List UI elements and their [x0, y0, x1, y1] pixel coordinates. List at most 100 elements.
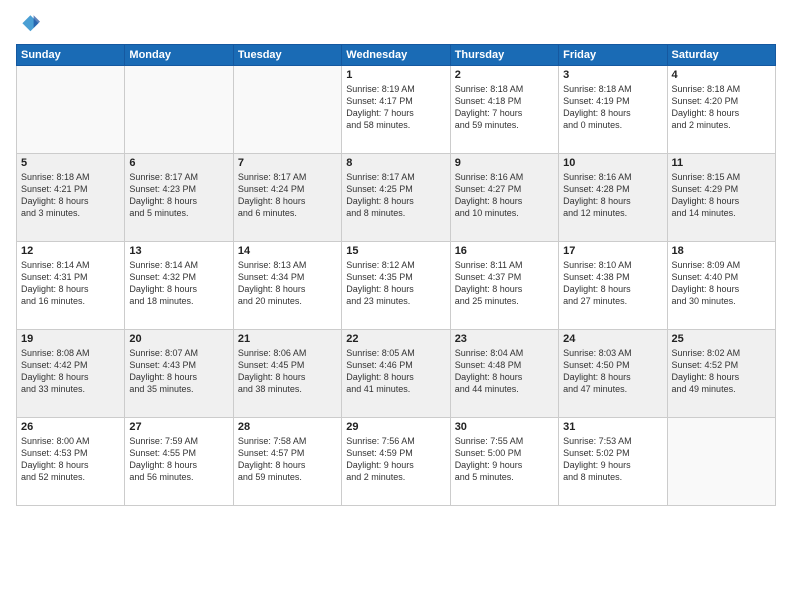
day-number: 8: [346, 157, 445, 169]
day-cell: 19Sunrise: 8:08 AMSunset: 4:42 PMDayligh…: [17, 330, 125, 418]
cell-text: Sunrise: 8:17 AMSunset: 4:23 PMDaylight:…: [129, 171, 228, 220]
cell-text: Sunrise: 8:16 AMSunset: 4:27 PMDaylight:…: [455, 171, 554, 220]
calendar-row: 12 Sunrise: 8:14 AMSunset: 4:31 PMDayligh…: [17, 242, 776, 330]
day-cell: 11Sunrise: 8:15 AMSunset: 4:29 PMDayligh…: [667, 154, 775, 242]
day-cell: 28Sunrise: 7:58 AMSunset: 4:57 PMDayligh…: [233, 418, 341, 506]
day-cell: 26Sunrise: 8:00 AMSunset: 4:53 PMDayligh…: [17, 418, 125, 506]
day-number: 12: [21, 245, 120, 257]
day-number: 18: [672, 245, 771, 257]
day-number: 10: [563, 157, 662, 169]
cell-text: Sunrise: 7:53 AMSunset: 5:02 PMDaylight:…: [563, 435, 662, 484]
day-number: 24: [563, 333, 662, 345]
cell-text: Sunrise: 8:10 AMSunset: 4:38 PMDaylight:…: [563, 259, 662, 308]
day-number: 27: [129, 421, 228, 433]
header-row: SundayMondayTuesdayWednesdayThursdayFrid…: [17, 45, 776, 66]
calendar-row: 19Sunrise: 8:08 AMSunset: 4:42 PMDayligh…: [17, 330, 776, 418]
day-cell: 20Sunrise: 8:07 AMSunset: 4:43 PMDayligh…: [125, 330, 233, 418]
cell-text: Sunrise: 8:14 AMSunset: 4:32 PMDaylight:…: [129, 259, 228, 308]
day-number: 31: [563, 421, 662, 433]
cell-text: Sunrise: 8:17 AMSunset: 4:25 PMDaylight:…: [346, 171, 445, 220]
day-cell: 13 Sunrise: 8:14 AMSunset: 4:32 PMDayligh…: [125, 242, 233, 330]
day-cell: 15 Sunrise: 8:12 AMSunset: 4:35 PMDayligh…: [342, 242, 450, 330]
day-cell: 29 Sunrise: 7:56 AMSunset: 4:59 PMDayligh…: [342, 418, 450, 506]
day-cell: [667, 418, 775, 506]
day-cell: 22 Sunrise: 8:05 AMSunset: 4:46 PMDayligh…: [342, 330, 450, 418]
day-cell: 23 Sunrise: 8:04 AMSunset: 4:48 PMDayligh…: [450, 330, 558, 418]
cell-text: Sunrise: 8:02 AMSunset: 4:52 PMDaylight:…: [672, 347, 771, 396]
day-number: 5: [21, 157, 120, 169]
day-number: 6: [129, 157, 228, 169]
header-cell-monday: Monday: [125, 45, 233, 66]
day-cell: 9 Sunrise: 8:16 AMSunset: 4:27 PMDaylight…: [450, 154, 558, 242]
cell-text: Sunrise: 8:06 AMSunset: 4:45 PMDaylight:…: [238, 347, 337, 396]
day-cell: 2 Sunrise: 8:18 AMSunset: 4:18 PMDaylight…: [450, 66, 558, 154]
day-number: 7: [238, 157, 337, 169]
cell-text: Sunrise: 8:07 AMSunset: 4:43 PMDaylight:…: [129, 347, 228, 396]
day-number: 21: [238, 333, 337, 345]
logo-icon: [16, 12, 40, 36]
cell-text: Sunrise: 7:56 AMSunset: 4:59 PMDaylight:…: [346, 435, 445, 484]
cell-text: Sunrise: 8:18 AMSunset: 4:20 PMDaylight:…: [672, 83, 771, 132]
cell-text: Sunrise: 8:13 AMSunset: 4:34 PMDaylight:…: [238, 259, 337, 308]
cell-text: Sunrise: 7:55 AMSunset: 5:00 PMDaylight:…: [455, 435, 554, 484]
cell-text: Sunrise: 8:09 AMSunset: 4:40 PMDaylight:…: [672, 259, 771, 308]
cell-text: Sunrise: 8:00 AMSunset: 4:53 PMDaylight:…: [21, 435, 120, 484]
day-cell: 30 Sunrise: 7:55 AMSunset: 5:00 PMDayligh…: [450, 418, 558, 506]
cell-text: Sunrise: 8:18 AMSunset: 4:18 PMDaylight:…: [455, 83, 554, 132]
day-number: 17: [563, 245, 662, 257]
day-cell: 10Sunrise: 8:16 AMSunset: 4:28 PMDayligh…: [559, 154, 667, 242]
day-cell: [17, 66, 125, 154]
day-number: 9: [455, 157, 554, 169]
day-cell: 21 Sunrise: 8:06 AMSunset: 4:45 PMDayligh…: [233, 330, 341, 418]
day-cell: 25 Sunrise: 8:02 AMSunset: 4:52 PMDayligh…: [667, 330, 775, 418]
day-number: 3: [563, 69, 662, 81]
cell-text: Sunrise: 7:58 AMSunset: 4:57 PMDaylight:…: [238, 435, 337, 484]
day-cell: 8 Sunrise: 8:17 AMSunset: 4:25 PMDaylight…: [342, 154, 450, 242]
calendar-row: 26Sunrise: 8:00 AMSunset: 4:53 PMDayligh…: [17, 418, 776, 506]
day-cell: 12 Sunrise: 8:14 AMSunset: 4:31 PMDayligh…: [17, 242, 125, 330]
day-cell: 7 Sunrise: 8:17 AMSunset: 4:24 PMDaylight…: [233, 154, 341, 242]
day-cell: 31 Sunrise: 7:53 AMSunset: 5:02 PMDayligh…: [559, 418, 667, 506]
cell-text: Sunrise: 8:04 AMSunset: 4:48 PMDaylight:…: [455, 347, 554, 396]
cell-text: Sunrise: 8:19 AMSunset: 4:17 PMDaylight:…: [346, 83, 445, 132]
header-cell-friday: Friday: [559, 45, 667, 66]
cell-text: Sunrise: 8:05 AMSunset: 4:46 PMDaylight:…: [346, 347, 445, 396]
day-number: 29: [346, 421, 445, 433]
header-cell-thursday: Thursday: [450, 45, 558, 66]
day-number: 4: [672, 69, 771, 81]
cell-text: Sunrise: 8:18 AMSunset: 4:21 PMDaylight:…: [21, 171, 120, 220]
cell-text: Sunrise: 8:14 AMSunset: 4:31 PMDaylight:…: [21, 259, 120, 308]
day-number: 25: [672, 333, 771, 345]
cell-text: Sunrise: 8:18 AMSunset: 4:19 PMDaylight:…: [563, 83, 662, 132]
cell-text: Sunrise: 7:59 AMSunset: 4:55 PMDaylight:…: [129, 435, 228, 484]
header-cell-tuesday: Tuesday: [233, 45, 341, 66]
day-number: 13: [129, 245, 228, 257]
day-number: 2: [455, 69, 554, 81]
day-number: 22: [346, 333, 445, 345]
logo: [16, 12, 44, 36]
day-number: 19: [21, 333, 120, 345]
header-cell-wednesday: Wednesday: [342, 45, 450, 66]
header: [16, 12, 776, 36]
day-cell: 14 Sunrise: 8:13 AMSunset: 4:34 PMDayligh…: [233, 242, 341, 330]
page: SundayMondayTuesdayWednesdayThursdayFrid…: [0, 0, 792, 612]
day-cell: [125, 66, 233, 154]
day-number: 1: [346, 69, 445, 81]
cell-text: Sunrise: 8:17 AMSunset: 4:24 PMDaylight:…: [238, 171, 337, 220]
day-number: 30: [455, 421, 554, 433]
calendar-table: SundayMondayTuesdayWednesdayThursdayFrid…: [16, 44, 776, 506]
day-cell: 27 Sunrise: 7:59 AMSunset: 4:55 PMDayligh…: [125, 418, 233, 506]
cell-text: Sunrise: 8:03 AMSunset: 4:50 PMDaylight:…: [563, 347, 662, 396]
day-cell: 6 Sunrise: 8:17 AMSunset: 4:23 PMDaylight…: [125, 154, 233, 242]
cell-text: Sunrise: 8:12 AMSunset: 4:35 PMDaylight:…: [346, 259, 445, 308]
day-number: 23: [455, 333, 554, 345]
day-cell: 18 Sunrise: 8:09 AMSunset: 4:40 PMDayligh…: [667, 242, 775, 330]
day-cell: 1 Sunrise: 8:19 AMSunset: 4:17 PMDaylight…: [342, 66, 450, 154]
day-cell: 16Sunrise: 8:11 AMSunset: 4:37 PMDayligh…: [450, 242, 558, 330]
day-number: 14: [238, 245, 337, 257]
day-number: 15: [346, 245, 445, 257]
day-cell: 3 Sunrise: 8:18 AMSunset: 4:19 PMDaylight…: [559, 66, 667, 154]
day-cell: 24 Sunrise: 8:03 AMSunset: 4:50 PMDayligh…: [559, 330, 667, 418]
cell-text: Sunrise: 8:15 AMSunset: 4:29 PMDaylight:…: [672, 171, 771, 220]
day-number: 16: [455, 245, 554, 257]
